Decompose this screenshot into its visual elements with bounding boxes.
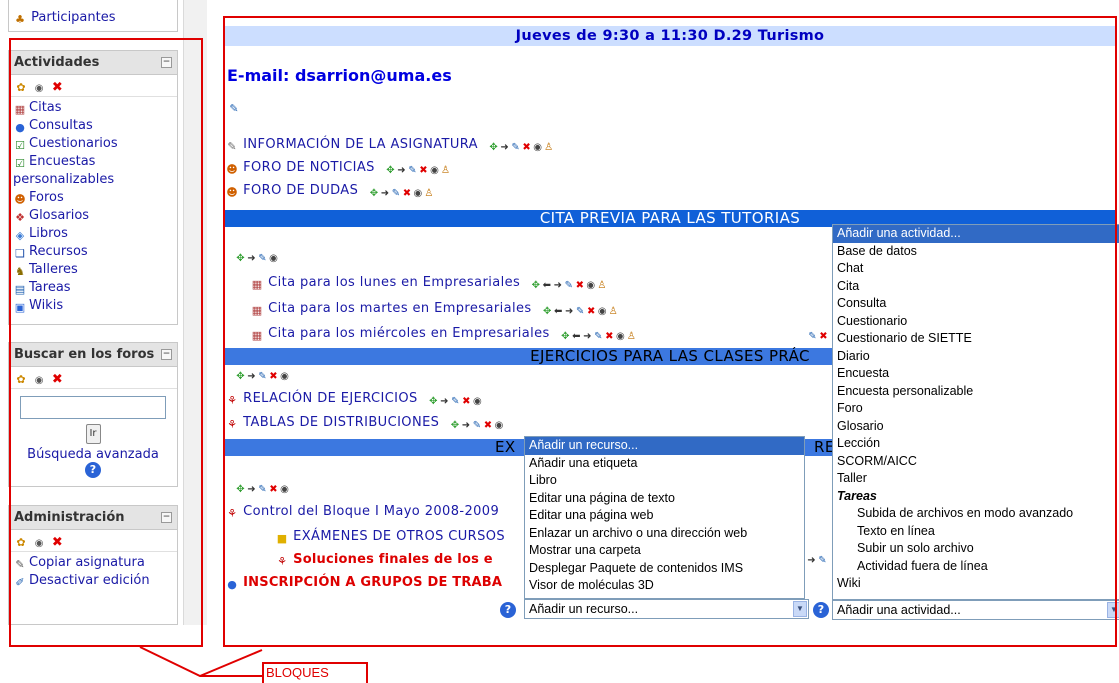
annotation-label: BLOQUES [262,662,368,683]
annotation-pointer [139,646,263,677]
